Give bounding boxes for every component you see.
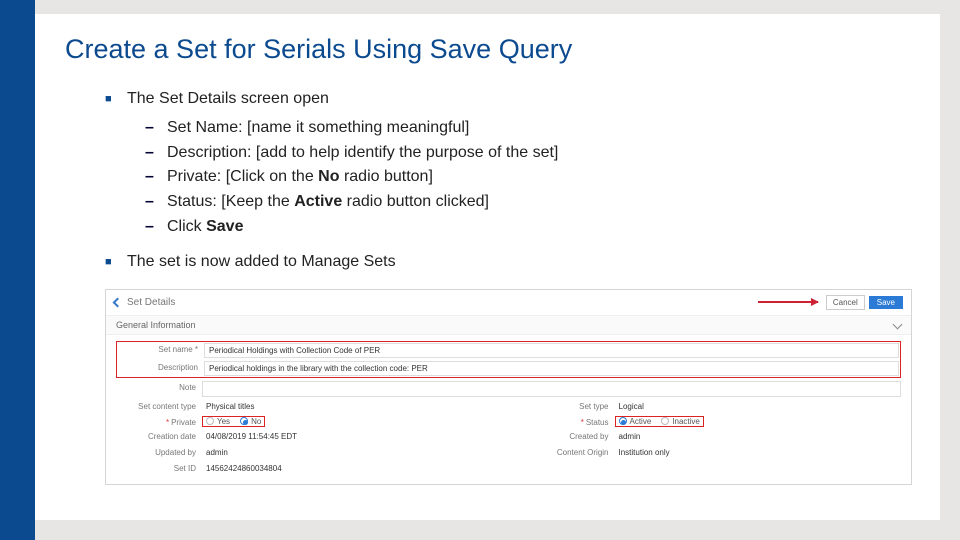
value-set-id: 14562424860034804 (202, 462, 489, 475)
row-updated-by: Updated by admin (116, 446, 489, 459)
label-set-type: Set type (529, 400, 609, 411)
label-private-text: Private (171, 418, 196, 427)
radio-icon (240, 417, 248, 425)
input-set-name[interactable]: Periodical Holdings with Collection Code… (204, 343, 899, 358)
bullet-2: The set is now added to Manage Sets (105, 250, 912, 275)
sub-item-4: Status: [Keep the Active radio button cl… (145, 190, 912, 215)
radio-private-no[interactable]: No (240, 417, 261, 426)
sub-list: Set Name: [name it something meaningful]… (145, 116, 912, 240)
label-updated-by: Updated by (116, 446, 196, 457)
sub5-bold: Save (206, 218, 243, 235)
sub3-post: radio button] (340, 168, 433, 185)
label-set-name: Set name * (118, 343, 198, 354)
slide-panel: Create a Set for Serials Using Save Quer… (35, 14, 940, 520)
label-content-origin: Content Origin (529, 446, 609, 457)
bullet-1: The Set Details screen open Set Name: [n… (105, 87, 912, 240)
value-content-type: Physical titles (202, 400, 489, 413)
value-set-type: Logical (615, 400, 902, 413)
radio-active-label: Active (630, 417, 652, 426)
label-created-by: Created by (529, 430, 609, 441)
label-content-type: Set content type (116, 400, 196, 411)
section-title: General Information (116, 320, 196, 330)
radio-no-label: No (251, 417, 261, 426)
radio-yes-label: Yes (217, 417, 230, 426)
label-private: *Private (116, 416, 196, 427)
sub-item-2: Description: [add to help identify the p… (145, 141, 912, 166)
status-radio-group: Active Inactive (615, 416, 704, 427)
radio-private-yes[interactable]: Yes (206, 417, 230, 426)
radio-icon (619, 417, 627, 425)
shot-header: Set Details Cancel Save (106, 290, 911, 316)
embedded-screenshot: Set Details Cancel Save General Informat… (105, 289, 912, 485)
radio-icon (661, 417, 669, 425)
input-note[interactable] (202, 381, 901, 397)
label-description: Description (118, 361, 198, 372)
sub-item-1: Set Name: [name it something meaningful] (145, 116, 912, 141)
radio-icon (206, 417, 214, 425)
row-note: Note (116, 381, 901, 397)
sub4-post: radio button clicked] (342, 193, 489, 210)
sub-item-5: Click Save (145, 215, 912, 240)
row-content-type: Set content type Physical titles (116, 400, 489, 413)
radio-status-inactive[interactable]: Inactive (661, 417, 700, 426)
chevron-down-icon (893, 320, 903, 330)
row-content-origin: Content Origin Institution only (529, 446, 902, 459)
sub-item-3: Private: [Click on the No radio button] (145, 165, 912, 190)
row-status: *Status Active Inactive (529, 416, 902, 427)
back-icon[interactable] (113, 297, 123, 307)
radio-status-active[interactable]: Active (619, 417, 652, 426)
row-set-type: Set type Logical (529, 400, 902, 413)
sub3-pre: Private: [Click on the (167, 168, 318, 185)
label-note: Note (116, 381, 196, 392)
row-description: Description Periodical holdings in the l… (118, 361, 899, 376)
label-set-id: Set ID (116, 462, 196, 473)
shot-page-title: Set Details (127, 297, 175, 308)
input-description[interactable]: Periodical holdings in the library with … (204, 361, 899, 376)
label-creation-date: Creation date (116, 430, 196, 441)
slide-title: Create a Set for Serials Using Save Quer… (65, 34, 912, 65)
row-set-name: Set name * Periodical Holdings with Coll… (118, 343, 899, 358)
bullet-1-text: The Set Details screen open (127, 90, 329, 107)
label-status: *Status (529, 416, 609, 427)
row-creation-date: Creation date 04/08/2019 11:54:45 EDT (116, 430, 489, 443)
row-created-by: Created by admin (529, 430, 902, 443)
sub3-bold: No (318, 168, 339, 185)
value-created-by: admin (615, 430, 902, 443)
private-radio-group: Yes No (202, 416, 265, 427)
value-updated-by: admin (202, 446, 489, 459)
row-private: *Private Yes No (116, 416, 489, 427)
row-set-id: Set ID 14562424860034804 (116, 462, 489, 475)
label-status-text: Status (586, 418, 609, 427)
value-content-origin: Institution only (615, 446, 902, 459)
highlight-name-desc: Set name * Periodical Holdings with Coll… (116, 341, 901, 378)
sub4-bold: Active (294, 193, 342, 210)
section-header[interactable]: General Information (106, 316, 911, 335)
accent-sidebar (0, 0, 35, 540)
form-body: Set name * Periodical Holdings with Coll… (106, 335, 911, 484)
arrow-annotation (758, 301, 818, 303)
sub4-pre: Status: [Keep the (167, 193, 294, 210)
sub5-pre: Click (167, 218, 206, 235)
value-creation-date: 04/08/2019 11:54:45 EDT (202, 430, 489, 443)
save-button[interactable]: Save (869, 296, 903, 309)
cancel-button[interactable]: Cancel (826, 295, 865, 310)
radio-inactive-label: Inactive (672, 417, 700, 426)
bullet-list: The Set Details screen open Set Name: [n… (105, 87, 912, 281)
